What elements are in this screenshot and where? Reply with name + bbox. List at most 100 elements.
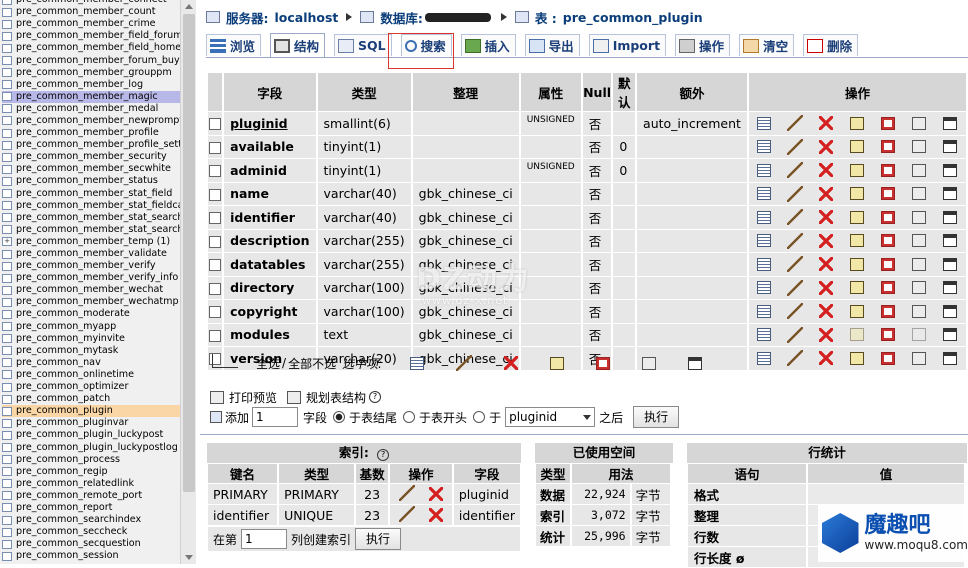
breadcrumb-table[interactable]: pre_common_plugin [563,10,703,25]
expand-plus-icon[interactable]: + [2,237,12,246]
sidebar-item-pre-common-searchindex[interactable]: pre_common_searchindex [2,514,180,526]
create-index-count-input[interactable] [241,529,287,549]
unique-icon[interactable] [881,211,895,224]
uncheck-all-link[interactable]: 全部不选 [288,355,336,372]
radio-at-begin[interactable] [403,411,415,423]
scrollbar-thumb[interactable] [183,14,195,492]
sidebar-item-pre-common-member-magic[interactable]: pre_common_member_magic [2,91,180,103]
row-checkbox[interactable] [209,236,221,248]
sidebar-item-pre-common-regip[interactable]: pre_common_regip [2,466,180,478]
sidebar-item-pre-common-member-verify[interactable]: pre_common_member_verify [2,260,180,272]
sidebar-item-pre-common-myinvite[interactable]: pre_common_myinvite [2,333,180,345]
delete-index-icon[interactable] [429,487,443,501]
sidebar-item-pre-common-member-forum-buylog[interactable]: pre_common_member_forum_buylog [2,54,180,66]
unique-icon[interactable] [881,117,895,130]
browse-icon[interactable] [757,258,771,271]
sidebar-item-pre-common-plugin[interactable]: pre_common_plugin [2,405,180,417]
row-checkbox[interactable] [209,165,221,177]
unique-icon[interactable] [881,164,895,177]
sidebar-item-pre-common-member-secwhite[interactable]: pre_common_member_secwhite [2,163,180,175]
unique-icon[interactable] [881,258,895,271]
row-checkbox[interactable] [209,212,221,224]
browse-icon[interactable] [757,140,771,153]
index-icon[interactable] [912,140,926,153]
sidebar-item-pre-common-member-validate[interactable]: pre_common_member_validate [2,248,180,260]
tab-search[interactable]: 搜索 [401,34,452,56]
sidebar-item-pre-common-member-grouppm[interactable]: pre_common_member_grouppm [2,67,180,79]
unique-icon[interactable] [881,352,895,365]
browse-icon[interactable] [757,305,771,318]
row-checkbox[interactable] [209,142,221,154]
create-index-go-button[interactable]: 执行 [355,528,401,550]
add-field-count-input[interactable] [252,407,298,427]
sidebar-item-pre-common-moderate[interactable]: pre_common_moderate [2,308,180,320]
edit-icon[interactable] [787,233,803,249]
after-field-select[interactable]: pluginid [505,407,595,427]
index-icon[interactable] [912,328,926,341]
index-icon[interactable] [912,211,926,224]
sidebar-item-pre-common-member-profile-setting[interactable]: pre_common_member_profile_setting [2,139,180,151]
sidebar-item-pre-common-member-verify-info[interactable]: pre_common_member_verify_info [2,272,180,284]
edit-icon[interactable] [787,303,803,319]
sidebar-item-pre-common-member-crime[interactable]: pre_common_member_crime [2,18,180,30]
breadcrumb-server[interactable]: localhost [275,10,339,25]
fulltext-icon[interactable] [943,352,957,365]
bulk-browse-icon[interactable] [410,357,424,370]
help-icon[interactable]: ? [377,449,389,461]
tab-import[interactable]: Import [589,34,666,56]
primary-key-icon[interactable] [850,305,864,318]
fulltext-icon[interactable] [943,305,957,318]
primary-key-icon[interactable] [850,281,864,294]
tab-drop[interactable]: 删除 [803,34,858,56]
primary-key-icon[interactable] [850,328,864,341]
browse-icon[interactable] [757,352,771,365]
redacted-database-name[interactable] [425,13,491,22]
browse-icon[interactable] [757,234,771,247]
delete-icon[interactable] [819,257,833,271]
primary-key-icon[interactable] [850,117,864,130]
index-icon[interactable] [912,164,926,177]
fulltext-icon[interactable] [943,234,957,247]
browse-icon[interactable] [757,164,771,177]
primary-key-icon[interactable] [850,352,864,365]
sidebar-item-pre-common-member-stat-field[interactable]: pre_common_member_stat_field [2,188,180,200]
sidebar-item-pre-common-report[interactable]: pre_common_report [2,502,180,514]
bulk-edit-icon[interactable] [456,355,472,371]
unique-icon[interactable] [881,305,895,318]
tab-export[interactable]: 导出 [525,34,580,56]
tab-browse[interactable]: 浏览 [206,34,261,56]
sidebar-item-pre-common-member-profile[interactable]: pre_common_member_profile [2,127,180,139]
edit-index-icon[interactable] [399,485,415,501]
add-field-go-button[interactable]: 执行 [633,406,679,428]
unique-icon[interactable] [881,187,895,200]
browse-icon[interactable] [757,328,771,341]
edit-icon[interactable] [787,115,803,131]
fulltext-icon[interactable] [943,187,957,200]
sidebar-item-pre-common-member-log[interactable]: pre_common_member_log [2,79,180,91]
browse-icon[interactable] [757,187,771,200]
help-icon[interactable]: ? [369,391,381,403]
fulltext-icon[interactable] [943,117,957,130]
browse-icon[interactable] [757,281,771,294]
unique-icon[interactable] [881,281,895,294]
sidebar-item-pre-common-member-stat-searchcache[interactable]: pre_common_member_stat_searchcache [2,224,180,236]
sidebar-item-pre-common-member-status[interactable]: pre_common_member_status [2,175,180,187]
edit-icon[interactable] [787,209,803,225]
edit-index-icon[interactable] [399,506,415,522]
edit-icon[interactable] [787,280,803,296]
bulk-index-icon[interactable] [642,357,656,370]
fulltext-icon[interactable] [943,164,957,177]
sidebar-item-pre-common-member-security[interactable]: pre_common_member_security [2,151,180,163]
delete-icon[interactable] [819,328,833,342]
browse-icon[interactable] [757,211,771,224]
sidebar-item-pre-common-secquestion[interactable]: pre_common_secquestion [2,538,180,550]
index-icon[interactable] [912,352,926,365]
edit-icon[interactable] [787,350,803,366]
sidebar-item-pre-common-plugin-luckypost[interactable]: pre_common_plugin_luckypost [2,429,180,441]
sidebar-item-pre-common-member-wechat[interactable]: pre_common_member_wechat [2,284,180,296]
fulltext-icon[interactable] [943,328,957,341]
sidebar-item-pre-common-member-stat-fieldcache[interactable]: pre_common_member_stat_fieldcache [2,200,180,212]
delete-icon[interactable] [819,163,833,177]
fulltext-icon[interactable] [943,258,957,271]
fulltext-icon[interactable] [943,140,957,153]
